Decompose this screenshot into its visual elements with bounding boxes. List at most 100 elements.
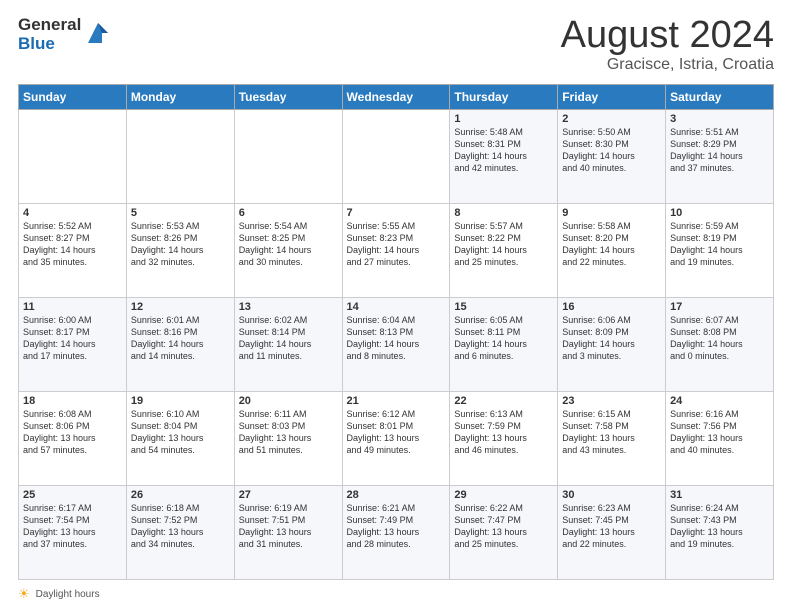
day-info: Sunrise: 6:22 AM Sunset: 7:47 PM Dayligh… xyxy=(454,502,553,551)
table-row: 12Sunrise: 6:01 AM Sunset: 8:16 PM Dayli… xyxy=(126,298,234,392)
day-number: 27 xyxy=(239,489,338,501)
table-row xyxy=(19,110,127,204)
table-row: 29Sunrise: 6:22 AM Sunset: 7:47 PM Dayli… xyxy=(450,486,558,580)
table-row: 5Sunrise: 5:53 AM Sunset: 8:26 PM Daylig… xyxy=(126,204,234,298)
table-row: 22Sunrise: 6:13 AM Sunset: 7:59 PM Dayli… xyxy=(450,392,558,486)
day-info: Sunrise: 6:10 AM Sunset: 8:04 PM Dayligh… xyxy=(131,408,230,457)
day-number: 19 xyxy=(131,395,230,407)
day-info: Sunrise: 6:13 AM Sunset: 7:59 PM Dayligh… xyxy=(454,408,553,457)
table-row: 7Sunrise: 5:55 AM Sunset: 8:23 PM Daylig… xyxy=(342,204,450,298)
day-number: 25 xyxy=(23,489,122,501)
day-info: Sunrise: 5:50 AM Sunset: 8:30 PM Dayligh… xyxy=(562,126,661,175)
day-number: 15 xyxy=(454,301,553,313)
day-info: Sunrise: 6:02 AM Sunset: 8:14 PM Dayligh… xyxy=(239,314,338,363)
day-number: 30 xyxy=(562,489,661,501)
table-row: 13Sunrise: 6:02 AM Sunset: 8:14 PM Dayli… xyxy=(234,298,342,392)
day-number: 17 xyxy=(670,301,769,313)
logo-icon xyxy=(84,19,112,47)
day-info: Sunrise: 5:59 AM Sunset: 8:19 PM Dayligh… xyxy=(670,220,769,269)
table-row: 11Sunrise: 6:00 AM Sunset: 8:17 PM Dayli… xyxy=(19,298,127,392)
table-row: 8Sunrise: 5:57 AM Sunset: 8:22 PM Daylig… xyxy=(450,204,558,298)
table-row: 19Sunrise: 6:10 AM Sunset: 8:04 PM Dayli… xyxy=(126,392,234,486)
day-number: 4 xyxy=(23,207,122,219)
table-row: 2Sunrise: 5:50 AM Sunset: 8:30 PM Daylig… xyxy=(558,110,666,204)
table-row: 9Sunrise: 5:58 AM Sunset: 8:20 PM Daylig… xyxy=(558,204,666,298)
day-number: 21 xyxy=(347,395,446,407)
day-number: 2 xyxy=(562,113,661,125)
day-number: 12 xyxy=(131,301,230,313)
header-friday: Friday xyxy=(558,85,666,110)
day-info: Sunrise: 5:55 AM Sunset: 8:23 PM Dayligh… xyxy=(347,220,446,269)
day-info: Sunrise: 6:15 AM Sunset: 7:58 PM Dayligh… xyxy=(562,408,661,457)
logo-text: General Blue xyxy=(18,16,81,53)
table-row: 3Sunrise: 5:51 AM Sunset: 8:29 PM Daylig… xyxy=(666,110,774,204)
day-info: Sunrise: 6:08 AM Sunset: 8:06 PM Dayligh… xyxy=(23,408,122,457)
day-info: Sunrise: 5:54 AM Sunset: 8:25 PM Dayligh… xyxy=(239,220,338,269)
table-row: 16Sunrise: 6:06 AM Sunset: 8:09 PM Dayli… xyxy=(558,298,666,392)
day-number: 11 xyxy=(23,301,122,313)
day-number: 29 xyxy=(454,489,553,501)
calendar-week-row: 18Sunrise: 6:08 AM Sunset: 8:06 PM Dayli… xyxy=(19,392,774,486)
day-info: Sunrise: 5:58 AM Sunset: 8:20 PM Dayligh… xyxy=(562,220,661,269)
calendar-week-row: 11Sunrise: 6:00 AM Sunset: 8:17 PM Dayli… xyxy=(19,298,774,392)
legend-text: Daylight hours xyxy=(36,589,100,600)
calendar-week-row: 1Sunrise: 5:48 AM Sunset: 8:31 PM Daylig… xyxy=(19,110,774,204)
table-row: 20Sunrise: 6:11 AM Sunset: 8:03 PM Dayli… xyxy=(234,392,342,486)
header-saturday: Saturday xyxy=(666,85,774,110)
table-row: 28Sunrise: 6:21 AM Sunset: 7:49 PM Dayli… xyxy=(342,486,450,580)
logo-blue: Blue xyxy=(18,35,81,54)
day-info: Sunrise: 6:06 AM Sunset: 8:09 PM Dayligh… xyxy=(562,314,661,363)
day-info: Sunrise: 6:11 AM Sunset: 8:03 PM Dayligh… xyxy=(239,408,338,457)
table-row: 21Sunrise: 6:12 AM Sunset: 8:01 PM Dayli… xyxy=(342,392,450,486)
day-number: 1 xyxy=(454,113,553,125)
table-row: 31Sunrise: 6:24 AM Sunset: 7:43 PM Dayli… xyxy=(666,486,774,580)
table-row xyxy=(234,110,342,204)
day-number: 5 xyxy=(131,207,230,219)
legend: ☀ Daylight hours xyxy=(18,586,774,602)
day-number: 14 xyxy=(347,301,446,313)
day-number: 31 xyxy=(670,489,769,501)
table-row: 1Sunrise: 5:48 AM Sunset: 8:31 PM Daylig… xyxy=(450,110,558,204)
calendar-week-row: 25Sunrise: 6:17 AM Sunset: 7:54 PM Dayli… xyxy=(19,486,774,580)
table-row: 4Sunrise: 5:52 AM Sunset: 8:27 PM Daylig… xyxy=(19,204,127,298)
day-number: 8 xyxy=(454,207,553,219)
day-number: 16 xyxy=(562,301,661,313)
table-row xyxy=(126,110,234,204)
logo-area: General Blue xyxy=(18,16,112,53)
day-number: 3 xyxy=(670,113,769,125)
table-row: 26Sunrise: 6:18 AM Sunset: 7:52 PM Dayli… xyxy=(126,486,234,580)
day-info: Sunrise: 6:07 AM Sunset: 8:08 PM Dayligh… xyxy=(670,314,769,363)
day-info: Sunrise: 6:18 AM Sunset: 7:52 PM Dayligh… xyxy=(131,502,230,551)
calendar-table: Sunday Monday Tuesday Wednesday Thursday… xyxy=(18,84,774,580)
table-row: 6Sunrise: 5:54 AM Sunset: 8:25 PM Daylig… xyxy=(234,204,342,298)
header: General Blue August 2024 Gracisce, Istri… xyxy=(18,16,774,74)
header-sunday: Sunday xyxy=(19,85,127,110)
title-area: August 2024 Gracisce, Istria, Croatia xyxy=(561,16,774,74)
table-row: 30Sunrise: 6:23 AM Sunset: 7:45 PM Dayli… xyxy=(558,486,666,580)
day-info: Sunrise: 6:19 AM Sunset: 7:51 PM Dayligh… xyxy=(239,502,338,551)
table-row: 23Sunrise: 6:15 AM Sunset: 7:58 PM Dayli… xyxy=(558,392,666,486)
day-info: Sunrise: 5:53 AM Sunset: 8:26 PM Dayligh… xyxy=(131,220,230,269)
header-thursday: Thursday xyxy=(450,85,558,110)
day-info: Sunrise: 6:21 AM Sunset: 7:49 PM Dayligh… xyxy=(347,502,446,551)
day-number: 23 xyxy=(562,395,661,407)
day-info: Sunrise: 6:17 AM Sunset: 7:54 PM Dayligh… xyxy=(23,502,122,551)
table-row: 24Sunrise: 6:16 AM Sunset: 7:56 PM Dayli… xyxy=(666,392,774,486)
day-info: Sunrise: 6:00 AM Sunset: 8:17 PM Dayligh… xyxy=(23,314,122,363)
day-info: Sunrise: 6:01 AM Sunset: 8:16 PM Dayligh… xyxy=(131,314,230,363)
day-number: 18 xyxy=(23,395,122,407)
location-title: Gracisce, Istria, Croatia xyxy=(561,56,774,74)
header-tuesday: Tuesday xyxy=(234,85,342,110)
day-info: Sunrise: 6:16 AM Sunset: 7:56 PM Dayligh… xyxy=(670,408,769,457)
header-monday: Monday xyxy=(126,85,234,110)
day-info: Sunrise: 6:24 AM Sunset: 7:43 PM Dayligh… xyxy=(670,502,769,551)
table-row: 27Sunrise: 6:19 AM Sunset: 7:51 PM Dayli… xyxy=(234,486,342,580)
calendar-week-row: 4Sunrise: 5:52 AM Sunset: 8:27 PM Daylig… xyxy=(19,204,774,298)
table-row: 10Sunrise: 5:59 AM Sunset: 8:19 PM Dayli… xyxy=(666,204,774,298)
table-row xyxy=(342,110,450,204)
day-info: Sunrise: 5:57 AM Sunset: 8:22 PM Dayligh… xyxy=(454,220,553,269)
month-title: August 2024 xyxy=(561,16,774,54)
table-row: 15Sunrise: 6:05 AM Sunset: 8:11 PM Dayli… xyxy=(450,298,558,392)
day-number: 26 xyxy=(131,489,230,501)
day-number: 6 xyxy=(239,207,338,219)
